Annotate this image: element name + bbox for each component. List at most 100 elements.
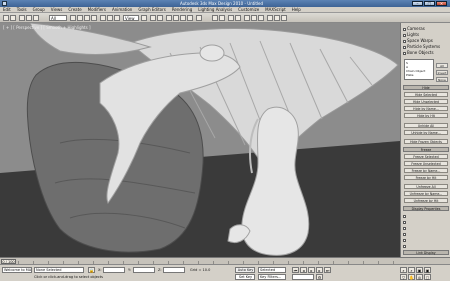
render-setup-icon[interactable]: [267, 15, 273, 21]
hide-selected-button[interactable]: Hide Selected: [404, 92, 448, 97]
rendered-frame-icon[interactable]: [274, 15, 280, 21]
menu-graph-editors[interactable]: Graph Editors: [135, 7, 168, 12]
angle-snap-icon[interactable]: [173, 15, 179, 21]
redo-icon[interactable]: [10, 15, 16, 21]
undo-icon[interactable]: [3, 15, 9, 21]
select-object-icon[interactable]: [70, 15, 76, 21]
freeze-rollout-header[interactable]: Freeze: [403, 147, 449, 152]
freeze-selected-button[interactable]: Freeze Selected: [404, 154, 448, 159]
minimize-button[interactable]: –: [412, 1, 423, 6]
menu-modifiers[interactable]: Modifiers: [85, 7, 109, 12]
checkbox-cameras[interactable]: Cameras: [403, 26, 449, 31]
go-to-end-icon[interactable]: ⏭: [324, 267, 331, 273]
next-frame-icon[interactable]: ▸: [316, 267, 323, 273]
list-item[interactable]: Plate: [406, 73, 432, 77]
menu-customize[interactable]: Customize: [235, 7, 262, 12]
menu-lighting-analysis[interactable]: Lighting Analysis: [195, 7, 235, 12]
viewport-label[interactable]: [ + ] [ Perspective ] [ Smooth + Highlig…: [3, 25, 91, 30]
spinner-snap-icon[interactable]: [187, 15, 193, 21]
manipulate-icon[interactable]: [150, 15, 156, 21]
material-editor-icon[interactable]: [258, 15, 264, 21]
checkbox-space-warps[interactable]: Space Warps: [403, 38, 449, 43]
close-button[interactable]: ×: [436, 1, 447, 6]
link-icon[interactable]: [19, 15, 25, 21]
hide-by-name-button[interactable]: Hide by Name...: [404, 106, 448, 111]
checkbox-lights[interactable]: Lights: [403, 32, 449, 37]
mirror-icon[interactable]: [212, 15, 218, 21]
menu-views[interactable]: Views: [48, 7, 66, 12]
maxscript-listener-field[interactable]: Welcome to MAXScript.: [2, 267, 32, 273]
previous-frame-icon[interactable]: ◂: [300, 267, 307, 273]
freeze-unselected-button[interactable]: Freeze Unselected: [404, 161, 448, 166]
unfreeze-all-button[interactable]: Unfreeze All: [404, 184, 448, 189]
display-prop-checkbox[interactable]: [403, 237, 449, 242]
layer-manager-icon[interactable]: [228, 15, 234, 21]
menu-edit[interactable]: Edit: [0, 7, 14, 12]
lock-selection-icon[interactable]: 🔒: [88, 267, 95, 273]
window-crossing-icon[interactable]: [91, 15, 97, 21]
freeze-by-name-button[interactable]: Freeze by Name...: [404, 168, 448, 173]
rotate-icon[interactable]: [107, 15, 113, 21]
pan-icon[interactable]: ✋: [408, 274, 415, 280]
percent-snap-icon[interactable]: [180, 15, 186, 21]
z-coordinate-field[interactable]: [163, 267, 185, 273]
x-coordinate-field[interactable]: [103, 267, 125, 273]
selection-filter-dropdown[interactable]: All: [49, 15, 67, 21]
invert-button[interactable]: Invert: [436, 70, 448, 75]
key-filters-button[interactable]: Key Filters...: [258, 274, 286, 280]
display-prop-checkbox[interactable]: [403, 231, 449, 236]
unlink-icon[interactable]: [26, 15, 32, 21]
y-coordinate-field[interactable]: [133, 267, 155, 273]
display-prop-checkbox[interactable]: [403, 213, 449, 218]
checkbox-particle-systems[interactable]: Particle Systems: [403, 44, 449, 49]
menu-group[interactable]: Group: [30, 7, 48, 12]
object-listbox[interactable]: S A Chain Object Plate: [404, 59, 434, 80]
menu-animation[interactable]: Animation: [109, 7, 135, 12]
perspective-viewport[interactable]: [ + ] [ Perspective ] [ Smooth + Highlig…: [0, 23, 400, 257]
auto-key-button[interactable]: Auto Key: [235, 267, 255, 273]
play-icon[interactable]: ▸: [308, 267, 315, 273]
menu-rendering[interactable]: Rendering: [169, 7, 195, 12]
hide-unselected-button[interactable]: Hide Unselected: [404, 99, 448, 104]
keyboard-shortcut-icon[interactable]: [157, 15, 163, 21]
pivot-center-icon[interactable]: [141, 15, 147, 21]
snap-toggle-icon[interactable]: [166, 15, 172, 21]
menu-create[interactable]: Create: [65, 7, 84, 12]
unhide-by-name-button[interactable]: Unhide by Name...: [404, 130, 448, 135]
display-prop-checkbox[interactable]: [403, 225, 449, 230]
hide-frozen-objects-button[interactable]: Hide Frozen Objects: [404, 139, 448, 144]
link-display-rollout-header[interactable]: Link Display: [403, 250, 449, 255]
menu-tools[interactable]: Tools: [14, 7, 30, 12]
schematic-view-icon[interactable]: [251, 15, 257, 21]
rectangle-selection-icon[interactable]: [84, 15, 90, 21]
align-icon[interactable]: [219, 15, 225, 21]
ref-coord-dropdown[interactable]: View: [123, 15, 139, 21]
display-prop-checkbox[interactable]: [403, 243, 449, 248]
maximize-viewport-icon[interactable]: ◻: [424, 274, 431, 280]
none-button[interactable]: None: [436, 77, 448, 82]
all-button[interactable]: All: [436, 63, 448, 68]
menu-maxscript[interactable]: MAXScript: [262, 7, 289, 12]
time-configuration-icon[interactable]: ⚙: [316, 274, 323, 280]
select-by-name-icon[interactable]: [77, 15, 83, 21]
field-of-view-icon[interactable]: ▽: [400, 274, 407, 280]
go-to-start-icon[interactable]: ⏮: [292, 267, 299, 273]
unhide-all-button[interactable]: Unhide All: [404, 123, 448, 128]
checkbox-bone-objects[interactable]: Bone Objects: [403, 50, 449, 55]
unfreeze-by-hit-button[interactable]: Unfreeze by Hit: [404, 198, 448, 203]
display-prop-checkbox[interactable]: [403, 219, 449, 224]
zoom-extents-all-icon[interactable]: ▣: [424, 267, 431, 273]
set-key-button[interactable]: Set Key: [235, 274, 255, 280]
render-production-icon[interactable]: [281, 15, 287, 21]
display-properties-rollout-header[interactable]: Display Properties: [403, 206, 449, 211]
freeze-by-hit-button[interactable]: Freeze by Hit: [404, 175, 448, 180]
zoom-icon[interactable]: ⌕: [400, 267, 407, 273]
move-icon[interactable]: [100, 15, 106, 21]
hide-by-hit-button[interactable]: Hide by Hit: [404, 113, 448, 118]
bind-spacewarp-icon[interactable]: [33, 15, 39, 21]
current-frame-field[interactable]: [292, 274, 314, 280]
curve-editor-icon[interactable]: [244, 15, 250, 21]
named-selection-icon[interactable]: [196, 15, 202, 21]
zoom-extents-icon[interactable]: ▣: [416, 267, 423, 273]
app-icon[interactable]: [2, 1, 7, 6]
